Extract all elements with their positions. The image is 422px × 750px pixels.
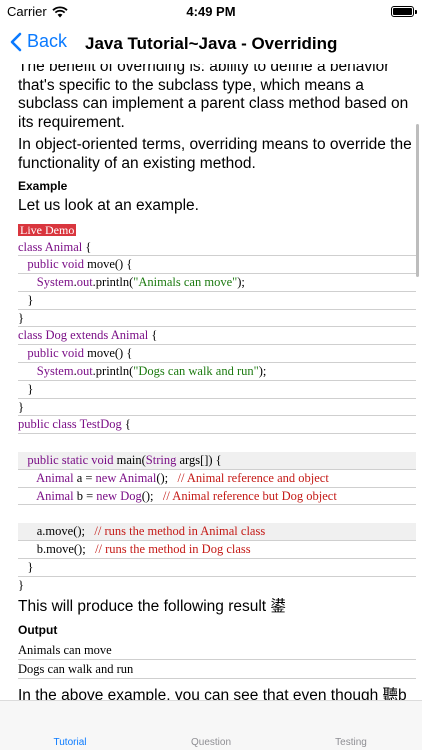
code-line: public void move() {	[18, 256, 416, 275]
code-line: public void move() {	[18, 345, 416, 364]
paragraph-definition: In object-oriented terms, overriding mea…	[18, 136, 412, 172]
paragraph-benefit: The benefit of overriding is: ability to…	[18, 64, 409, 131]
output-line: Animals can move	[18, 641, 416, 660]
tab-bar: Tutorial Question Testing	[0, 700, 422, 750]
scrollbar[interactable]	[416, 124, 419, 277]
example-heading: Example	[18, 179, 68, 193]
code-line: }	[18, 559, 416, 577]
code-line: b.move(); // runs the method in Dog clas…	[18, 541, 416, 559]
code-line: }	[18, 399, 416, 417]
tab-testing[interactable]: Testing	[281, 737, 421, 748]
code-line: class Animal {	[18, 239, 416, 257]
tutorial-content[interactable]: The benefit of overriding is: ability to…	[0, 64, 422, 700]
result-text: This will produce the following result 鍙	[18, 598, 286, 616]
live-demo-button[interactable]: Live Demo	[18, 223, 77, 236]
clock: 4:49 PM	[186, 4, 236, 19]
battery-icon	[391, 6, 417, 17]
output-heading: Output	[18, 622, 58, 637]
tab-tutorial[interactable]: Tutorial	[0, 737, 140, 748]
code-line: public class TestDog {	[18, 416, 416, 435]
code-line: }	[18, 381, 416, 399]
code-line: public static void main(String args[]) {	[18, 452, 416, 470]
example-intro: Let us look at an example.	[18, 197, 199, 214]
output-line: Dogs can walk and run	[18, 660, 416, 679]
code-block: class Animal { public void move() { Syst…	[18, 239, 416, 595]
back-label: Back	[27, 31, 68, 51]
code-line: System.out.println("Dogs can walk and ru…	[18, 363, 416, 381]
paragraph-explanation: In the above example, you can see that e…	[18, 686, 407, 700]
code-line: System.out.println("Animals can move");	[18, 274, 416, 292]
navigation-bar: Back Java Tutorial~Java - Overriding	[0, 24, 422, 64]
code-line: a.move(); // runs the method in Animal c…	[18, 523, 416, 542]
code-line: }	[18, 292, 416, 310]
code-line: class Dog extends Animal {	[18, 327, 416, 346]
chevron-left-icon	[10, 32, 22, 51]
page-title: Java Tutorial~Java - Overriding	[85, 34, 338, 53]
code-line: }	[18, 310, 416, 328]
output-block: Animals can move Dogs can walk and run	[18, 641, 416, 679]
code-line: Animal b = new Dog(); // Animal referenc…	[18, 488, 416, 506]
code-line: }	[18, 577, 24, 592]
tab-question[interactable]: Question	[141, 737, 281, 748]
status-bar: Carrier 4:49 PM	[0, 0, 422, 24]
code-line: Animal a = new Animal(); // Animal refer…	[18, 470, 416, 488]
back-button[interactable]: Back	[10, 31, 67, 52]
